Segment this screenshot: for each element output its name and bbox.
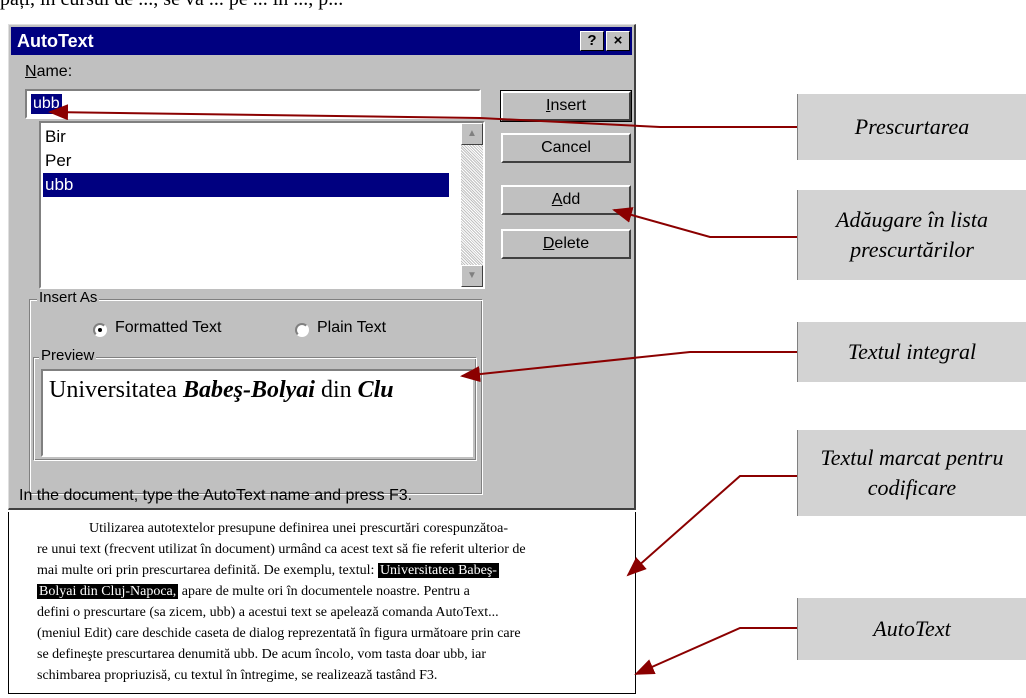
doc-line: Bolyai din Cluj-Napoca, apare de multe o… [37, 584, 470, 599]
insert-as-caption: Insert As [37, 289, 100, 306]
cancel-button[interactable]: Cancel [501, 133, 631, 163]
plain-text-radio[interactable] [295, 323, 309, 337]
add-label-rest: dd [562, 191, 581, 208]
dialog-title: AutoText [17, 31, 94, 51]
help-button[interactable]: ? [580, 31, 604, 51]
formatted-text-radio[interactable] [93, 323, 107, 337]
arrow-adaugare [612, 207, 797, 238]
preview-box: Universitatea Babeş-Bolyai din Clu [41, 369, 473, 457]
top-cropped-text: pați, în cursul de ..., se va ... pe ...… [0, 0, 1026, 18]
list-item-selected[interactable]: ubb [43, 173, 449, 197]
scroll-up-icon[interactable]: ▲ [461, 123, 483, 145]
name-label: Name: [25, 63, 73, 80]
callout-autotext: AutoText [797, 598, 1026, 660]
formatted-text-label[interactable]: Formatted Text [115, 319, 221, 337]
doc-line: Utilizarea autotextelor presupune defini… [89, 521, 509, 536]
callout-prescurtarea: Prescurtarea [797, 94, 1026, 160]
name-input[interactable]: ubb [25, 89, 481, 119]
preview-caption: Preview [39, 347, 97, 364]
doc-line: defini o prescurtare (sa zicem, ubb) a a… [37, 605, 499, 620]
insert-button[interactable]: Insert [500, 90, 632, 122]
callout-textul-integral: Textul integral [797, 322, 1026, 382]
add-button[interactable]: Add [501, 185, 631, 215]
scroll-down-icon[interactable]: ▼ [461, 265, 483, 287]
callout-adaugare: Adăugare în lista prescurtărilor [797, 190, 1026, 280]
callout-textul-marcat: Textul marcat pentru codificare [797, 430, 1026, 516]
name-input-value: ubb [31, 94, 62, 114]
highlighted-text: Universitatea Babeş- [377, 563, 499, 578]
doc-line: (meniul Edit) care deschide caseta de di… [37, 626, 521, 641]
autotext-listbox[interactable]: Bir Per ubb ▲ ▼ [39, 121, 485, 289]
doc-line: schimbarea propriuzisă, cu textul în înt… [37, 668, 438, 683]
arrow-textul-marcat [626, 475, 797, 577]
dialog-hint-text: In the document, type the AutoText name … [19, 487, 413, 504]
arrow-autotext [634, 627, 797, 675]
delete-button[interactable]: Delete [501, 229, 631, 259]
dialog-titlebar: AutoText ? × [11, 27, 632, 55]
autotext-dialog: AutoText ? × Name: ubb Bir Per ubb ▲ ▼ I… [8, 24, 636, 510]
delete-label-rest: elete [554, 235, 590, 252]
doc-line: mai multe ori prin prescurtarea definită… [37, 563, 499, 578]
highlighted-text: Bolyai din Cluj-Napoca, [37, 584, 179, 599]
insert-label-rest: nsert [550, 97, 587, 114]
list-item[interactable]: Per [43, 149, 449, 173]
preview-text: Universitatea Babeş-Bolyai din Clu [49, 377, 394, 403]
listbox-scrollbar[interactable]: ▲ ▼ [461, 123, 483, 287]
close-button[interactable]: × [606, 31, 630, 51]
name-label-rest: ame: [36, 63, 73, 80]
plain-text-label[interactable]: Plain Text [317, 319, 386, 337]
document-excerpt: Utilizarea autotextelor presupune defini… [8, 512, 636, 694]
doc-line: se defineşte prescurtarea denumită ubb. … [37, 647, 487, 662]
list-item[interactable]: Bir [43, 125, 449, 149]
doc-line: re unui text (frecvent utilizat în docum… [37, 542, 526, 557]
